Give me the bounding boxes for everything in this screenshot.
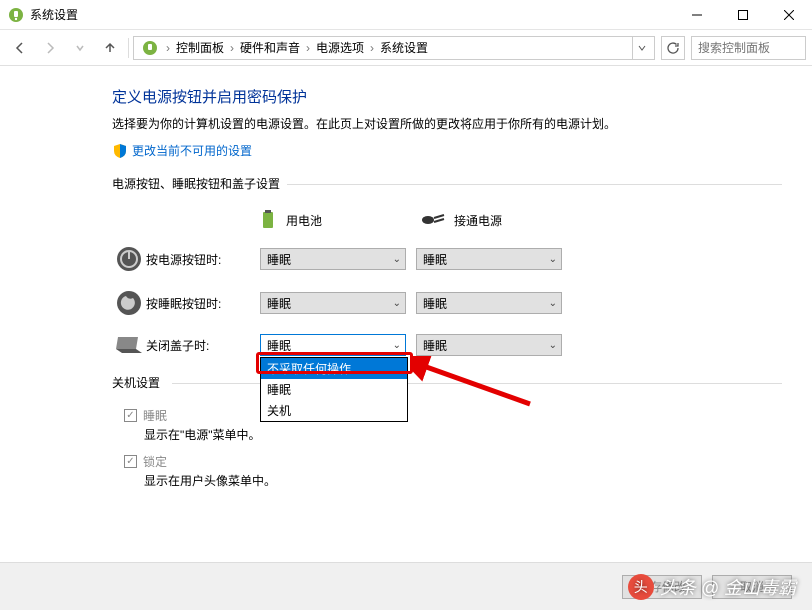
chevron-down-icon: ⌄ <box>549 254 557 265</box>
sleep-button-plugged-dropdown[interactable]: 睡眠⌄ <box>416 292 562 314</box>
chevron-right-icon: › <box>226 41 238 55</box>
close-button[interactable] <box>766 0 812 30</box>
dropdown-menu: 不采取任何操作 睡眠 关机 <box>260 357 408 422</box>
search-input[interactable] <box>691 36 806 60</box>
column-header-plugged: 接通电源 <box>420 208 570 232</box>
maximize-button[interactable] <box>720 0 766 30</box>
checkbox[interactable]: ✓ <box>124 455 137 468</box>
minimize-button[interactable] <box>674 0 720 30</box>
recent-dropdown[interactable] <box>66 34 94 62</box>
breadcrumb-item[interactable]: 电源选项 <box>314 39 366 56</box>
chevron-down-icon: ⌄ <box>393 340 401 351</box>
checkbox-label: 睡眠 <box>143 407 167 424</box>
back-button[interactable] <box>6 34 34 62</box>
checkbox-description: 显示在"电源"菜单中。 <box>144 426 812 443</box>
chevron-down-icon: ⌄ <box>549 340 557 351</box>
watermark-icon: 头 <box>628 574 654 600</box>
breadcrumb-dropdown[interactable] <box>632 37 650 59</box>
chevron-down-icon: ⌄ <box>549 298 557 309</box>
chevron-right-icon: › <box>162 41 174 55</box>
window-title: 系统设置 <box>30 6 674 23</box>
battery-icon <box>260 208 278 232</box>
breadcrumb-item[interactable]: 硬件和声音 <box>238 39 302 56</box>
forward-button[interactable] <box>36 34 64 62</box>
checkbox-description: 显示在用户头像菜单中。 <box>144 472 812 489</box>
lid-battery-dropdown[interactable]: 睡眠⌄ 不采取任何操作 睡眠 关机 <box>260 334 406 356</box>
dropdown-option[interactable]: 不采取任何操作 <box>261 358 407 379</box>
separator <box>128 38 129 58</box>
lock-checkbox-row: ✓ 锁定 <box>124 453 812 470</box>
plug-icon <box>420 212 446 228</box>
section-header: 电源按钮、睡眠按钮和盖子设置 <box>112 175 812 192</box>
checkbox-label: 锁定 <box>143 453 167 470</box>
breadcrumb-item[interactable]: 控制面板 <box>174 39 226 56</box>
breadcrumb-icon <box>142 40 158 56</box>
sleep-button-icon <box>112 290 146 316</box>
sleep-checkbox-row: ✓ 睡眠 <box>124 407 812 424</box>
page-subtitle: 选择要为你的计算机设置的电源设置。在此页上对设置所做的更改将应用于你所有的电源计… <box>112 115 812 132</box>
watermark: 头 头条 @ 金山毒霸 <box>628 574 796 600</box>
sleep-button-battery-dropdown[interactable]: 睡眠⌄ <box>260 292 406 314</box>
chevron-down-icon: ⌄ <box>393 298 401 309</box>
chevron-right-icon: › <box>366 41 378 55</box>
breadcrumb[interactable]: › 控制面板 › 硬件和声音 › 电源选项 › 系统设置 <box>133 36 655 60</box>
shield-icon <box>112 143 128 159</box>
section-header: 关机设置 <box>112 374 812 391</box>
up-button[interactable] <box>96 34 124 62</box>
app-icon <box>8 7 24 23</box>
chevron-right-icon: › <box>302 41 314 55</box>
row-label: 关闭盖子时: <box>146 337 260 354</box>
dropdown-option[interactable]: 关机 <box>261 400 407 421</box>
change-unavailable-link[interactable]: 更改当前不可用的设置 <box>112 142 812 159</box>
link-text: 更改当前不可用的设置 <box>132 142 252 159</box>
checkbox[interactable]: ✓ <box>124 409 137 422</box>
refresh-button[interactable] <box>661 36 685 60</box>
power-button-plugged-dropdown[interactable]: 睡眠⌄ <box>416 248 562 270</box>
lid-plugged-dropdown[interactable]: 睡眠⌄ <box>416 334 562 356</box>
breadcrumb-item[interactable]: 系统设置 <box>378 39 430 56</box>
row-label: 按电源按钮时: <box>146 251 260 268</box>
lid-icon <box>112 335 146 355</box>
row-label: 按睡眠按钮时: <box>146 295 260 312</box>
power-button-icon <box>112 246 146 272</box>
dropdown-option[interactable]: 睡眠 <box>261 379 407 400</box>
column-header-battery: 用电池 <box>260 208 410 232</box>
page-title: 定义电源按钮并启用密码保护 <box>112 86 812 107</box>
power-button-battery-dropdown[interactable]: 睡眠⌄ <box>260 248 406 270</box>
chevron-down-icon: ⌄ <box>393 254 401 265</box>
